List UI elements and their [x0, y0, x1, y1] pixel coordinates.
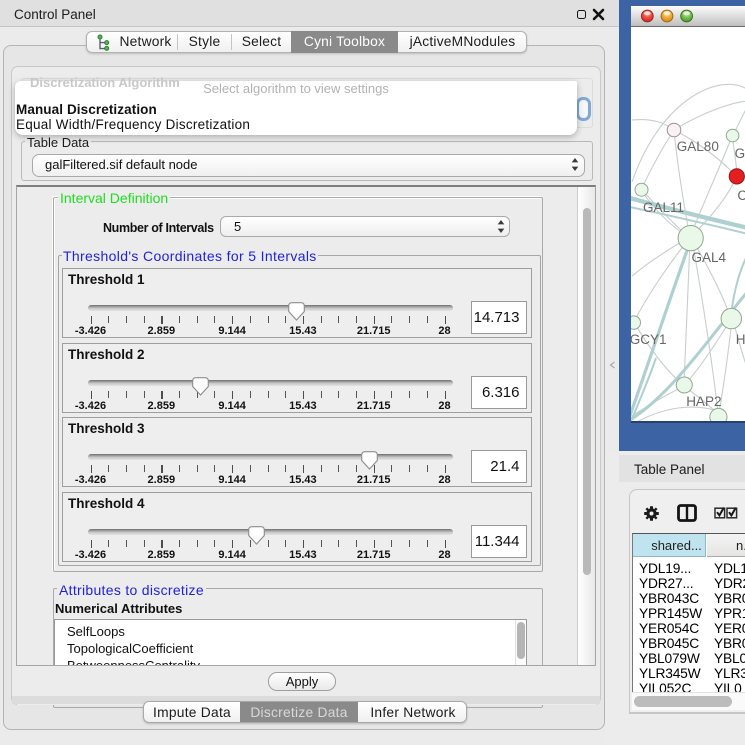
svg-text:C...: C...	[737, 188, 745, 203]
svg-text:GCY1: GCY1	[631, 332, 666, 347]
svg-text:H: H	[736, 332, 745, 347]
svg-text:GAL80: GAL80	[677, 139, 719, 154]
svg-text:GAL4: GAL4	[692, 250, 727, 265]
svg-text:G...: G...	[735, 146, 745, 161]
svg-text:GAL11: GAL11	[643, 200, 684, 215]
svg-text:HAP2: HAP2	[686, 394, 721, 409]
